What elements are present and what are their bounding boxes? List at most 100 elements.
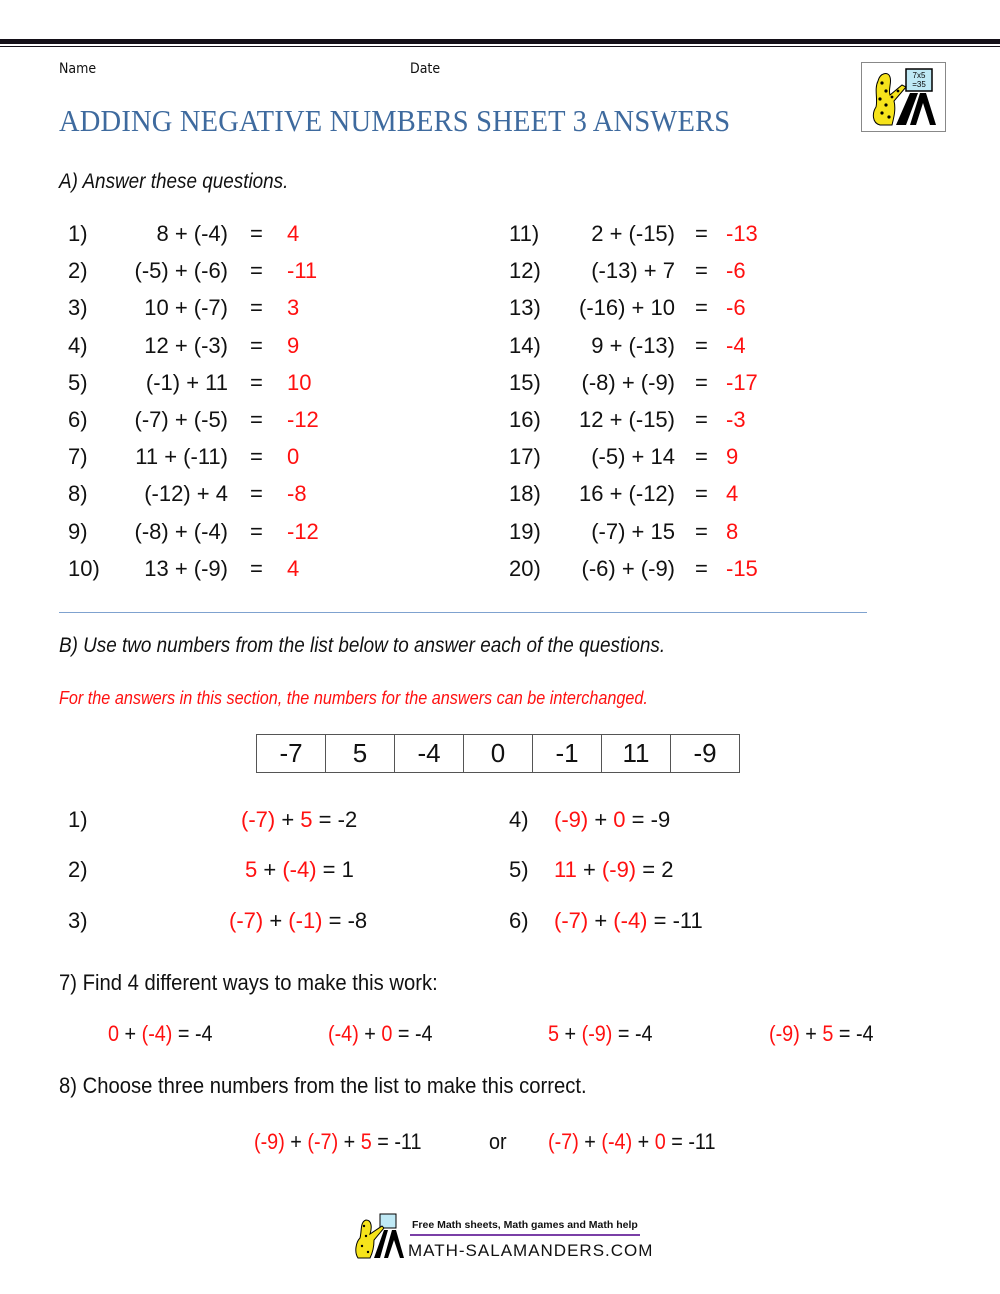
b-question-answer: 11 + (-9) = 2	[554, 857, 674, 882]
question-row: 1) 8 + (-4) = 4	[68, 221, 408, 251]
answer: 4	[287, 555, 300, 581]
question-row: 7) 11 + (-11) = 0	[68, 444, 408, 474]
question-expression: 2 + (-15)	[591, 221, 675, 246]
page-title: ADDING NEGATIVE NUMBERS SHEET 3 ANSWERS	[59, 103, 731, 138]
equals-sign: =	[695, 369, 708, 395]
question-expression: 9 + (-13)	[591, 332, 675, 358]
b-question-answer: 5 + (-4) = 1	[245, 857, 354, 882]
answer: 10	[287, 369, 312, 395]
svg-text:7x5: 7x5	[913, 71, 926, 80]
q8-or: or	[489, 1129, 507, 1154]
question-number: 18)	[509, 481, 541, 507]
question-expression: (-13) + 7	[591, 258, 675, 284]
question-row: 18) 16 + (-12) = 4	[509, 481, 849, 511]
equals-sign: =	[695, 444, 708, 470]
question-expression: (-6) + (-9)	[581, 555, 676, 581]
question-number: 15)	[509, 369, 541, 395]
question-expression: (-1) + 11	[145, 369, 228, 395]
equals-sign: =	[250, 555, 263, 581]
answer: -15	[726, 555, 758, 581]
answer: -3	[726, 407, 746, 432]
equals-sign: =	[695, 481, 708, 507]
equals-sign: =	[695, 407, 708, 432]
question-row: 16) 12 + (-15) = -3	[509, 407, 849, 437]
answer: 9	[726, 444, 739, 470]
equals-sign: =	[695, 332, 708, 358]
question-expression: (-16) + 10	[579, 295, 675, 321]
question-row: 20) (-6) + (-9) = -15	[509, 556, 849, 586]
question-number: 9)	[68, 518, 88, 544]
number-list: -7 5 -4 0 -1 11 -9	[256, 734, 740, 773]
b-question-number: 4)	[509, 807, 529, 832]
number-list-cell: 0	[463, 734, 533, 773]
answer: -11	[287, 258, 318, 284]
question-number: 7)	[68, 444, 88, 470]
answer: -13	[726, 221, 758, 246]
question-row: 12) (-13) + 7 = -6	[509, 258, 849, 288]
number-list-cell: -7	[256, 734, 326, 773]
question-expression: 13 + (-9)	[144, 555, 228, 581]
question-number: 5)	[68, 369, 88, 395]
b-question-answer: (-7) + (-4) = -11	[554, 908, 703, 933]
question-row: 6) (-7) + (-5) = -12	[68, 407, 408, 437]
q7-way: 0 + (-4) = -4	[108, 1021, 213, 1046]
number-list-cell: -4	[394, 734, 464, 773]
question-number: 10)	[68, 555, 100, 581]
question-row: 17) (-5) + 14 = 9	[509, 444, 849, 474]
question-expression: (-5) + (-6)	[134, 258, 229, 284]
equals-sign: =	[250, 369, 263, 395]
number-list-cell: 5	[325, 734, 395, 773]
question-row: 11) 2 + (-15) = -13	[509, 221, 849, 251]
salamander-icon: 7x5 =35	[872, 68, 936, 126]
question-expression: (-7) + 15	[591, 518, 675, 544]
footer-logo: Free Math sheets, Math games and Math he…	[352, 1212, 652, 1264]
question-expression: 16 + (-12)	[579, 481, 675, 507]
q7-way: (-9) + 5 = -4	[769, 1021, 874, 1046]
question-expression: (-5) + 14	[591, 444, 675, 470]
question-row: 3) 10 + (-7) = 3	[68, 295, 408, 325]
salamander-logo: 7x5 =35	[861, 62, 946, 132]
equals-sign: =	[250, 444, 263, 470]
b-question-number: 5)	[509, 857, 529, 882]
question-number: 6)	[68, 407, 88, 432]
svg-text:MATH-SALAMANDERS.COM: MATH-SALAMANDERS.COM	[408, 1241, 652, 1260]
question-number: 4)	[68, 332, 88, 358]
b-question-answer: (-7) + (-1) = -8	[229, 908, 368, 933]
name-label: Name	[59, 61, 97, 77]
question-row: 10) 13 + (-9) = 4	[68, 556, 408, 586]
question-number: 14)	[509, 332, 541, 358]
answer: 3	[287, 295, 300, 321]
question-expression: (-8) + (-9)	[581, 369, 676, 395]
equals-sign: =	[695, 555, 708, 581]
q7-prompt: 7) Find 4 different ways to make this wo…	[59, 970, 438, 995]
b-question-answer: (-7) + 5 = -2	[241, 807, 358, 832]
answer: -12	[287, 407, 319, 432]
answer: -8	[287, 481, 307, 507]
number-list-cell: -9	[670, 734, 740, 773]
number-list-cell: 11	[601, 734, 671, 773]
b-question-number: 6)	[509, 908, 529, 933]
answer: 0	[287, 444, 300, 470]
equals-sign: =	[695, 295, 708, 321]
svg-text:Free Math sheets, Math games a: Free Math sheets, Math games and Math he…	[412, 1219, 638, 1231]
question-row: 14) 9 + (-13) = -4	[509, 333, 849, 363]
question-expression: (-7) + (-5)	[134, 407, 229, 432]
equals-sign: =	[695, 221, 708, 246]
answer: 4	[287, 221, 300, 246]
question-row: 9) (-8) + (-4) = -12	[68, 519, 408, 549]
answer: -6	[726, 258, 746, 284]
answer: -4	[726, 332, 746, 358]
equals-sign: =	[695, 518, 708, 544]
equals-sign: =	[250, 332, 263, 358]
question-row: 19) (-7) + 15 = 8	[509, 519, 849, 549]
question-row: 8) (-12) + 4 = -8	[68, 481, 408, 511]
q7-way: (-4) + 0 = -4	[328, 1021, 433, 1046]
interchange-note: For the answers in this section, the num…	[59, 688, 648, 708]
answer: -6	[726, 295, 746, 321]
answer: -12	[287, 518, 319, 544]
answer: -17	[726, 369, 758, 395]
question-row: 5) (-1) + 11 = 10	[68, 370, 408, 400]
answer: 8	[726, 518, 739, 544]
equals-sign: =	[695, 258, 708, 284]
question-number: 8)	[68, 481, 88, 507]
